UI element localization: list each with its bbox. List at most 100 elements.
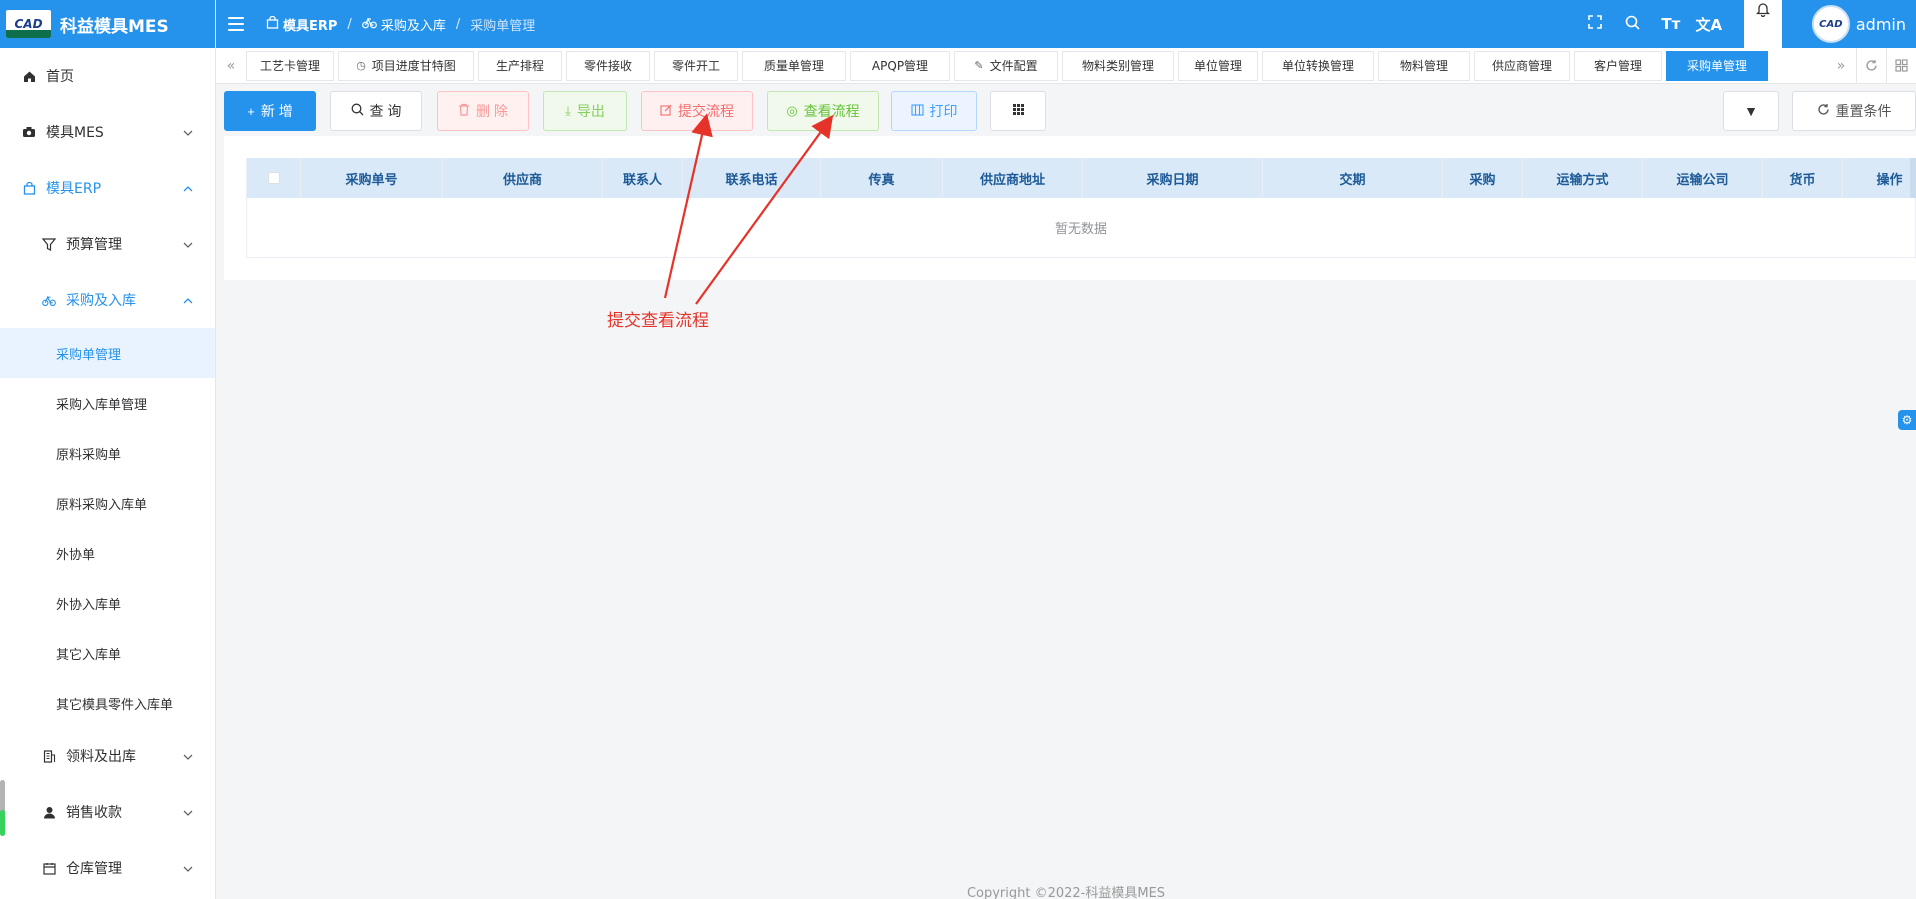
breadcrumb-label: 采购及入库 (380, 18, 446, 34)
breadcrumb-item-erp[interactable]: 模具ERP (266, 15, 337, 34)
sidebar-item-label: 其它模具零件入库单 (56, 697, 174, 713)
search-icon[interactable] (1614, 15, 1652, 34)
sidebar-item-1[interactable]: 模具MES (0, 104, 215, 160)
building-icon (42, 749, 56, 763)
breadcrumb-separator: / (347, 16, 352, 32)
home-icon (22, 69, 36, 83)
settings-gear-icon[interactable]: ⚙ (1898, 410, 1916, 430)
sidebar-item-9[interactable]: 外协单 (0, 528, 215, 578)
tab-12[interactable]: 供应商管理 (1474, 50, 1570, 81)
brand[interactable]: CAD 科益模具MES (0, 0, 215, 48)
sidebar-item-8[interactable]: 原料采购入库单 (0, 478, 215, 528)
column-header: 运输方式 (1523, 158, 1643, 198)
tab-label: 采购单管理 (1686, 59, 1747, 73)
translate-icon[interactable]: 文A (1690, 14, 1728, 35)
sidebar-item-5[interactable]: 采购单管理 (0, 328, 215, 378)
view-flow-button[interactable]: ◎ 查看流程 (767, 91, 879, 131)
sidebar-item-11[interactable]: 其它入库单 (0, 628, 215, 678)
tab-2[interactable]: 生产排程 (478, 50, 562, 81)
download-icon: ⤓ (565, 103, 571, 118)
tab-14[interactable]: 采购单管理 (1666, 50, 1768, 81)
sidebar-item-label: 仓库管理 (66, 861, 122, 877)
apps-grid-icon[interactable] (1886, 47, 1916, 84)
breadcrumb-label: 模具ERP (283, 18, 338, 34)
print-icon (910, 103, 924, 119)
app-title: 科益模具MES (60, 16, 169, 37)
tabs-scroll-right-icon[interactable]: » (1826, 48, 1856, 84)
filter-icon (42, 237, 56, 251)
menu-toggle-icon[interactable] (228, 17, 244, 31)
delete-button[interactable]: 删 除 (437, 91, 529, 131)
company-logo: CAD (6, 10, 51, 38)
tab-5[interactable]: 质量单管理 (742, 50, 846, 81)
print-button[interactable]: 打印 (891, 91, 977, 131)
top-header: 模具ERP / 采购及入库 / 采购单管理 Tт 文A CAD admin (216, 0, 1916, 48)
font-size-icon[interactable]: Tт (1652, 15, 1690, 33)
sidebar-item-13[interactable]: 领料及出库 (0, 728, 215, 784)
sidebar-item-2[interactable]: 模具ERP (0, 160, 215, 216)
tab-11[interactable]: 物料管理 (1378, 50, 1470, 81)
sidebar-item-14[interactable]: 销售收款 (0, 784, 215, 840)
fullscreen-icon[interactable] (1576, 15, 1614, 33)
sidebar-item-label: 采购及入库 (66, 293, 136, 309)
bicycle-icon (361, 16, 377, 33)
dropdown-button[interactable]: ▼ (1723, 91, 1779, 131)
tab-7[interactable]: ✎ 文件配置 (954, 50, 1058, 81)
tab-8[interactable]: 物料类别管理 (1062, 50, 1174, 81)
table-panel: 采购单号 供应商 联系人 联系电话 传真 供应商地址 采购日期 交期 采购 运输方式 运输公司 货币操… (224, 136, 1916, 280)
grid-icon (1012, 103, 1025, 119)
tab-label: APQP管理 (871, 59, 929, 73)
select-all-checkbox-cell[interactable] (247, 158, 301, 198)
sidebar-item-4[interactable]: 采购及入库 (0, 272, 215, 328)
tab-label: 质量单管理 (763, 59, 824, 73)
sidebar-item-3[interactable]: 预算管理 (0, 216, 215, 272)
tab-label: 零件接收 (583, 59, 632, 73)
export-button[interactable]: ⤓ 导出 (543, 91, 627, 131)
sidebar-item-10[interactable]: 外协入库单 (0, 578, 215, 628)
tab-3[interactable]: 零件接收 (566, 50, 650, 81)
column-header: 采购单号 (301, 158, 443, 198)
user-menu[interactable]: CAD admin (1811, 5, 1906, 43)
tab-9[interactable]: 单位管理 (1178, 50, 1258, 81)
tab-0[interactable]: 工艺卡管理 (246, 50, 334, 81)
column-settings-button[interactable] (990, 91, 1046, 131)
trash-icon (458, 103, 470, 119)
refresh-icon[interactable] (1856, 47, 1886, 84)
view-icon: ◎ (786, 103, 798, 118)
sidebar-item-label: 模具ERP (46, 181, 102, 197)
tab-13[interactable]: 客户管理 (1574, 50, 1662, 81)
sidebar-item-0[interactable]: 首页 (0, 48, 215, 104)
refresh-icon (1817, 103, 1830, 119)
export-button-label: 导出 (576, 103, 605, 119)
sidebar-item-label: 采购入库单管理 (56, 397, 148, 413)
add-button[interactable]: + 新 增 (224, 91, 316, 131)
sidebar-item-label: 预算管理 (66, 237, 122, 253)
sidebar-item-6[interactable]: 采购入库单管理 (0, 378, 215, 428)
column-header: 采购日期 (1083, 158, 1263, 198)
tab-1[interactable]: ◷ 项目进度甘特图 (338, 50, 474, 81)
tabs-scroll-left-icon[interactable]: « (216, 58, 246, 74)
view-flow-button-label: 查看流程 (803, 103, 860, 119)
user-icon (42, 805, 56, 819)
tab-4[interactable]: 零件开工 (654, 50, 738, 81)
tab-10[interactable]: 单位转换管理 (1262, 50, 1374, 81)
submit-flow-button[interactable]: 提交流程 (641, 91, 753, 131)
sidebar: CAD 科益模具MES 首页 模具MES 模具ERP 预算管理采购及入库采购单管理采购… (0, 0, 216, 899)
tab-label: 物料类别管理 (1081, 59, 1154, 73)
select-all-checkbox[interactable] (267, 172, 280, 184)
breadcrumb-item-purchase[interactable]: 采购及入库 (361, 15, 446, 34)
tab-6[interactable]: APQP管理 (850, 50, 950, 81)
breadcrumb-separator: / (455, 16, 461, 32)
sidebar-item-7[interactable]: 原料采购单 (0, 428, 215, 478)
notification-bell-icon[interactable] (1743, 0, 1782, 48)
caret-down-icon: ▼ (1744, 103, 1758, 119)
sidebar-item-label: 采购单管理 (56, 347, 122, 363)
reset-filters-button[interactable]: 重置条件 (1792, 91, 1916, 131)
query-button[interactable]: 查 询 (330, 91, 422, 131)
avatar: CAD (1811, 5, 1850, 43)
sidebar-scrollbar-indicator (0, 810, 5, 836)
sidebar-item-12[interactable]: 其它模具零件入库单 (0, 678, 215, 728)
chevron-up-icon (183, 182, 193, 195)
tab-tools: » (1826, 47, 1916, 84)
sidebar-item-15[interactable]: 仓库管理 (0, 840, 215, 896)
